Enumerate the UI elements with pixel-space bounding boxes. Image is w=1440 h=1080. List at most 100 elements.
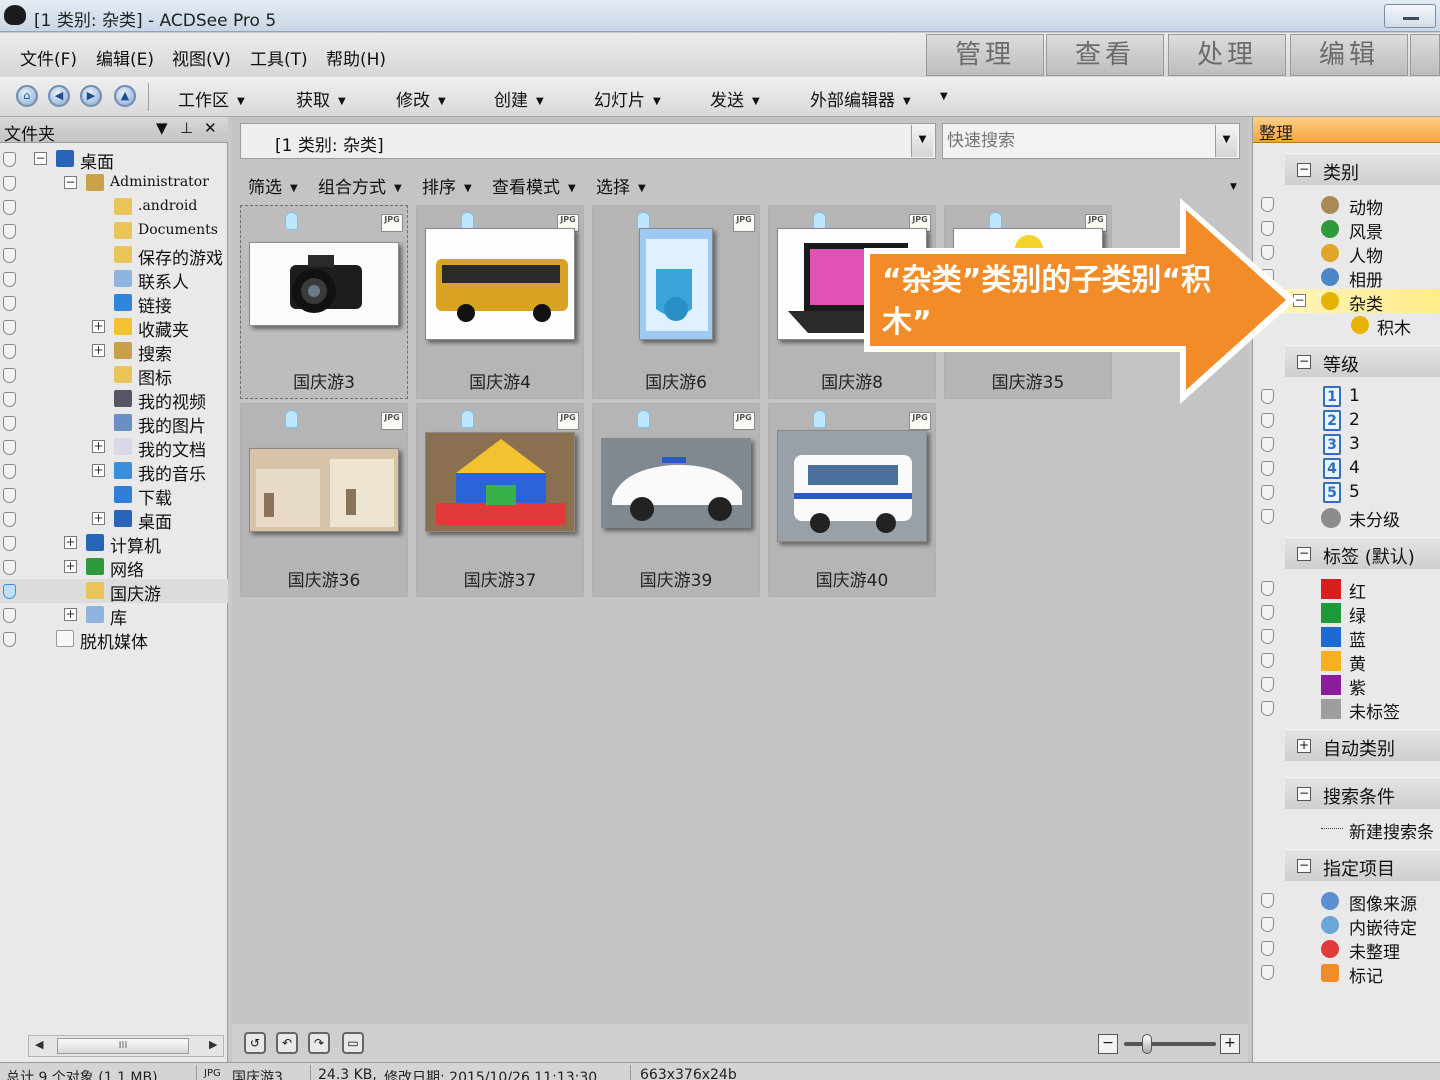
collapse-icon[interactable]: − bbox=[64, 176, 77, 189]
color-label-item[interactable]: 绿 bbox=[1253, 601, 1440, 627]
tree-item[interactable]: + 计算机 bbox=[0, 531, 228, 555]
compare-button[interactable]: ▭ bbox=[342, 1032, 364, 1054]
pin-icon[interactable] bbox=[3, 392, 16, 407]
tree-item[interactable]: + 网络 bbox=[0, 555, 228, 579]
tree-item[interactable]: 脱机媒体 bbox=[0, 627, 228, 651]
section-labels[interactable]: − 标签 (默认) bbox=[1285, 537, 1440, 569]
pin-icon[interactable] bbox=[3, 176, 16, 191]
pin-icon[interactable] bbox=[3, 272, 16, 287]
expand-icon[interactable]: + bbox=[64, 608, 77, 621]
pin-icon[interactable] bbox=[3, 560, 16, 575]
pin-icon[interactable] bbox=[3, 536, 16, 551]
tree-item[interactable]: 联系人 bbox=[0, 267, 228, 291]
pin-icon[interactable] bbox=[1261, 509, 1274, 524]
close-panel-icon[interactable]: ✕ bbox=[204, 119, 217, 137]
tree-item[interactable]: + 我的文档 bbox=[0, 435, 228, 459]
pin-icon[interactable] bbox=[3, 368, 16, 383]
section-auto-categories[interactable]: + 自动类别 bbox=[1285, 729, 1440, 761]
slider-track[interactable] bbox=[1124, 1042, 1216, 1046]
special-item[interactable]: 图像来源 bbox=[1253, 889, 1440, 915]
collapse-icon[interactable]: − bbox=[34, 152, 47, 165]
pin-icon[interactable] bbox=[1261, 917, 1274, 932]
tag-pin-icon[interactable] bbox=[461, 410, 474, 428]
expand-icon[interactable]: + bbox=[92, 344, 105, 357]
group-by-menu[interactable]: 组合方式 ▼ bbox=[318, 173, 402, 198]
section-special-items[interactable]: − 指定项目 bbox=[1285, 849, 1440, 881]
pin-icon[interactable] bbox=[3, 296, 16, 311]
collapse-icon[interactable]: − bbox=[1297, 547, 1311, 561]
tree-item[interactable]: − Administrator bbox=[0, 171, 228, 195]
rating-item[interactable]: 22 bbox=[1253, 409, 1440, 433]
scrollbar-thumb[interactable]: III bbox=[57, 1038, 189, 1054]
slider-knob[interactable] bbox=[1142, 1034, 1152, 1054]
pin-icon[interactable] bbox=[1261, 605, 1274, 620]
pin-icon[interactable] bbox=[1261, 893, 1274, 908]
filterbar-overflow-icon[interactable]: ▼ bbox=[1230, 182, 1237, 192]
tab-view[interactable]: 查看 bbox=[1046, 34, 1164, 76]
tree-item[interactable]: Documents bbox=[0, 219, 228, 243]
slideshow-menu[interactable]: 幻灯片 ▼ bbox=[594, 86, 661, 111]
thumbnail-image[interactable] bbox=[425, 432, 575, 532]
section-ratings[interactable]: − 等级 bbox=[1285, 345, 1440, 377]
view-mode-menu[interactable]: 查看模式 ▼ bbox=[492, 173, 576, 198]
pin-icon[interactable] bbox=[3, 224, 16, 239]
special-item[interactable]: 内嵌待定 bbox=[1253, 913, 1440, 939]
folders-horizontal-scrollbar[interactable]: ◀ III ▶ bbox=[28, 1035, 224, 1057]
pin-icon[interactable] bbox=[1261, 437, 1274, 452]
zoom-in-icon[interactable]: + bbox=[1220, 1034, 1240, 1054]
zoom-out-icon[interactable]: − bbox=[1098, 1034, 1118, 1054]
pin-icon[interactable] bbox=[3, 416, 16, 431]
pin-icon[interactable] bbox=[3, 632, 16, 647]
menu-help[interactable]: 帮助(H) bbox=[326, 45, 386, 70]
special-item[interactable]: 标记 bbox=[1253, 961, 1440, 987]
tag-pin-icon[interactable] bbox=[285, 212, 298, 230]
menu-view[interactable]: 视图(V) bbox=[172, 45, 231, 70]
toolbar-overflow-icon[interactable]: ▼ bbox=[940, 91, 948, 102]
tab-manage[interactable]: 管理 bbox=[926, 34, 1044, 76]
pin-icon[interactable] bbox=[1261, 581, 1274, 596]
rotate-cw-button[interactable]: ↷ bbox=[308, 1032, 330, 1054]
thumbnail-image[interactable] bbox=[425, 228, 575, 340]
tree-item[interactable]: + 我的音乐 bbox=[0, 459, 228, 483]
rating-item[interactable]: 33 bbox=[1253, 433, 1440, 457]
thumbnail-item[interactable]: JPG 国庆游4 bbox=[416, 205, 584, 399]
collapse-icon[interactable]: − bbox=[1297, 859, 1311, 873]
thumbnail-item[interactable]: JPG 国庆游39 bbox=[592, 403, 760, 597]
pin-icon[interactable] bbox=[3, 200, 16, 215]
tree-item[interactable]: 我的视频 bbox=[0, 387, 228, 411]
path-bar[interactable]: [1 类别: 杂类] ▼ bbox=[240, 123, 936, 159]
section-saved-searches[interactable]: − 搜索条件 bbox=[1285, 777, 1440, 809]
pin-icon[interactable] bbox=[1261, 461, 1274, 476]
pin-icon[interactable] bbox=[3, 248, 16, 263]
tree-item[interactable]: + 收藏夹 bbox=[0, 315, 228, 339]
color-label-item[interactable]: 红 bbox=[1253, 577, 1440, 603]
minimize-button[interactable] bbox=[1384, 4, 1436, 28]
tag-pin-icon[interactable] bbox=[637, 410, 650, 428]
pin-panel-icon[interactable]: ⊥ bbox=[180, 119, 193, 137]
new-saved-search-item[interactable]: 新建搜索条 bbox=[1253, 817, 1440, 843]
tree-item[interactable]: + 库 bbox=[0, 603, 228, 627]
pin-icon[interactable] bbox=[3, 584, 16, 599]
pin-icon[interactable] bbox=[3, 152, 16, 167]
pin-icon[interactable] bbox=[1261, 413, 1274, 428]
collapse-icon[interactable]: − bbox=[1297, 163, 1311, 177]
pin-icon[interactable] bbox=[3, 320, 16, 335]
tree-item[interactable]: 国庆游 bbox=[0, 579, 228, 603]
expand-icon[interactable]: + bbox=[64, 536, 77, 549]
quick-search-dropdown-button[interactable]: ▼ bbox=[1215, 125, 1237, 157]
back-button[interactable]: ◀ bbox=[48, 85, 70, 107]
tab-edit[interactable]: 编辑 bbox=[1290, 34, 1408, 76]
pin-icon[interactable] bbox=[3, 512, 16, 527]
section-categories[interactable]: − 类别 bbox=[1285, 153, 1440, 185]
tab-overflow[interactable] bbox=[1410, 34, 1440, 76]
workspace-menu[interactable]: 工作区 ▼ bbox=[178, 86, 245, 111]
thumbnail-image[interactable] bbox=[249, 448, 399, 532]
thumbnail-image[interactable] bbox=[601, 438, 751, 528]
special-item[interactable]: 未整理 bbox=[1253, 937, 1440, 963]
expand-icon[interactable]: + bbox=[92, 464, 105, 477]
send-menu[interactable]: 发送 ▼ bbox=[710, 86, 760, 111]
expand-icon[interactable]: + bbox=[1297, 739, 1311, 753]
pin-icon[interactable] bbox=[3, 464, 16, 479]
tree-item[interactable]: 链接 bbox=[0, 291, 228, 315]
tag-pin-icon[interactable] bbox=[813, 410, 826, 428]
